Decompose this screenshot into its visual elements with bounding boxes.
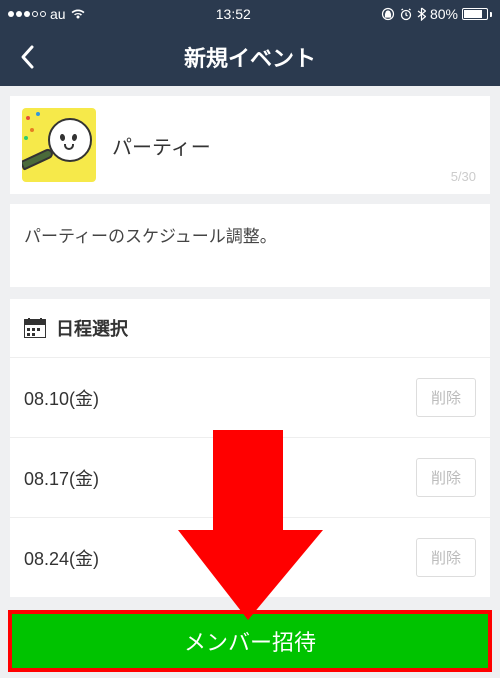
date-label: 08.17(金) [24,465,99,491]
dates-header: 日程選択 [10,299,490,358]
title-char-counter: 5/30 [451,169,476,184]
delete-date-button[interactable]: 削除 [416,378,476,417]
status-right: 80% [381,6,492,22]
chevron-left-icon [19,44,35,70]
clock-time: 13:52 [216,6,251,22]
date-label: 08.10(金) [24,385,99,411]
event-sticker-icon[interactable] [22,108,96,182]
bluetooth-icon [417,7,426,21]
rotation-lock-icon [381,7,395,21]
battery-icon [462,8,492,20]
alarm-icon [399,7,413,21]
event-title-card: パーティー 5/30 [10,96,490,194]
back-button[interactable] [12,42,42,72]
battery-percentage: 80% [430,6,458,22]
delete-date-button[interactable]: 削除 [416,458,476,497]
dates-section-title: 日程選択 [56,315,128,341]
nav-header: 新規イベント [0,28,500,86]
status-left: au [8,6,86,22]
wifi-icon [70,8,86,20]
dates-section: 日程選択 08.10(金) 削除 08.17(金) 削除 08.24(金) 削除 [10,299,490,597]
carrier-label: au [50,6,66,22]
page-title: 新規イベント [184,41,316,73]
status-bar: au 13:52 80% [0,0,500,28]
invite-members-button[interactable]: メンバー招待 [8,610,492,672]
date-row: 08.10(金) 削除 [10,358,490,438]
event-title-input[interactable]: パーティー [112,131,478,160]
calendar-icon [24,318,46,338]
event-description-input[interactable]: パーティーのスケジュール調整。 [10,204,490,287]
date-row: 08.24(金) 削除 [10,518,490,597]
date-row: 08.17(金) 削除 [10,438,490,518]
date-label: 08.24(金) [24,545,99,571]
delete-date-button[interactable]: 削除 [416,538,476,577]
signal-strength-icon [8,11,46,17]
